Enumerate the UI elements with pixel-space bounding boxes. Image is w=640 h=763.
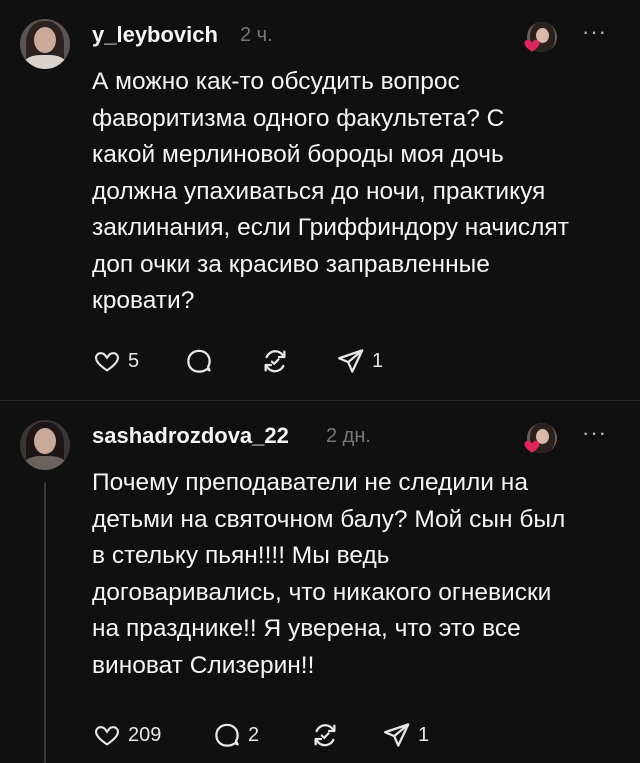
post-text: Почему преподаватели не следили на детьм… (92, 469, 566, 679)
avatar[interactable] (20, 420, 70, 470)
post-2: sashadrozdova_22 2 дн. ··· Почему препод… (0, 401, 640, 763)
reply-count: 2 (248, 723, 260, 746)
action-bar: 5 1 (92, 345, 612, 377)
username[interactable]: sashadrozdova_22 (92, 423, 289, 449)
more-icon[interactable]: ··· (582, 21, 607, 43)
liked-heart-icon (524, 39, 540, 52)
comment-icon (215, 723, 239, 747)
repost-icon (314, 724, 336, 747)
share-icon (338, 349, 364, 373)
like-button[interactable]: 209 (92, 719, 161, 751)
share-count: 1 (418, 723, 430, 746)
share-button[interactable]: 1 (336, 345, 383, 377)
share-button[interactable]: 1 (382, 719, 429, 751)
share-icon (384, 723, 410, 747)
reply-button[interactable] (184, 345, 214, 377)
like-button[interactable]: 5 (92, 345, 139, 377)
share-count: 1 (372, 349, 384, 372)
heart-outline-icon (95, 726, 119, 746)
heart-outline-icon (95, 352, 119, 372)
avatar[interactable] (20, 19, 70, 69)
repost-button[interactable] (260, 345, 290, 377)
action-bar: 209 2 1 (92, 719, 612, 751)
post-time: 2 дн. (326, 425, 371, 447)
like-count: 5 (128, 349, 140, 372)
post-1: y_leybovich 2 ч. ··· А можно как-то обсу… (0, 0, 640, 400)
repost-icon (264, 350, 286, 373)
liker-avatar[interactable] (523, 20, 557, 54)
like-count: 209 (128, 723, 162, 746)
username[interactable]: y_leybovich (92, 22, 218, 48)
comment-icon (187, 349, 211, 373)
post-time: 2 ч. (240, 24, 273, 46)
repost-button[interactable] (310, 719, 340, 751)
more-icon[interactable]: ··· (582, 422, 607, 444)
liked-heart-icon (524, 440, 540, 453)
liker-avatar[interactable] (523, 421, 557, 455)
reply-button[interactable]: 2 (212, 719, 259, 751)
thread-line (44, 482, 46, 763)
post-text: А можно как-то обсудить вопрос фаворитиз… (92, 68, 569, 314)
